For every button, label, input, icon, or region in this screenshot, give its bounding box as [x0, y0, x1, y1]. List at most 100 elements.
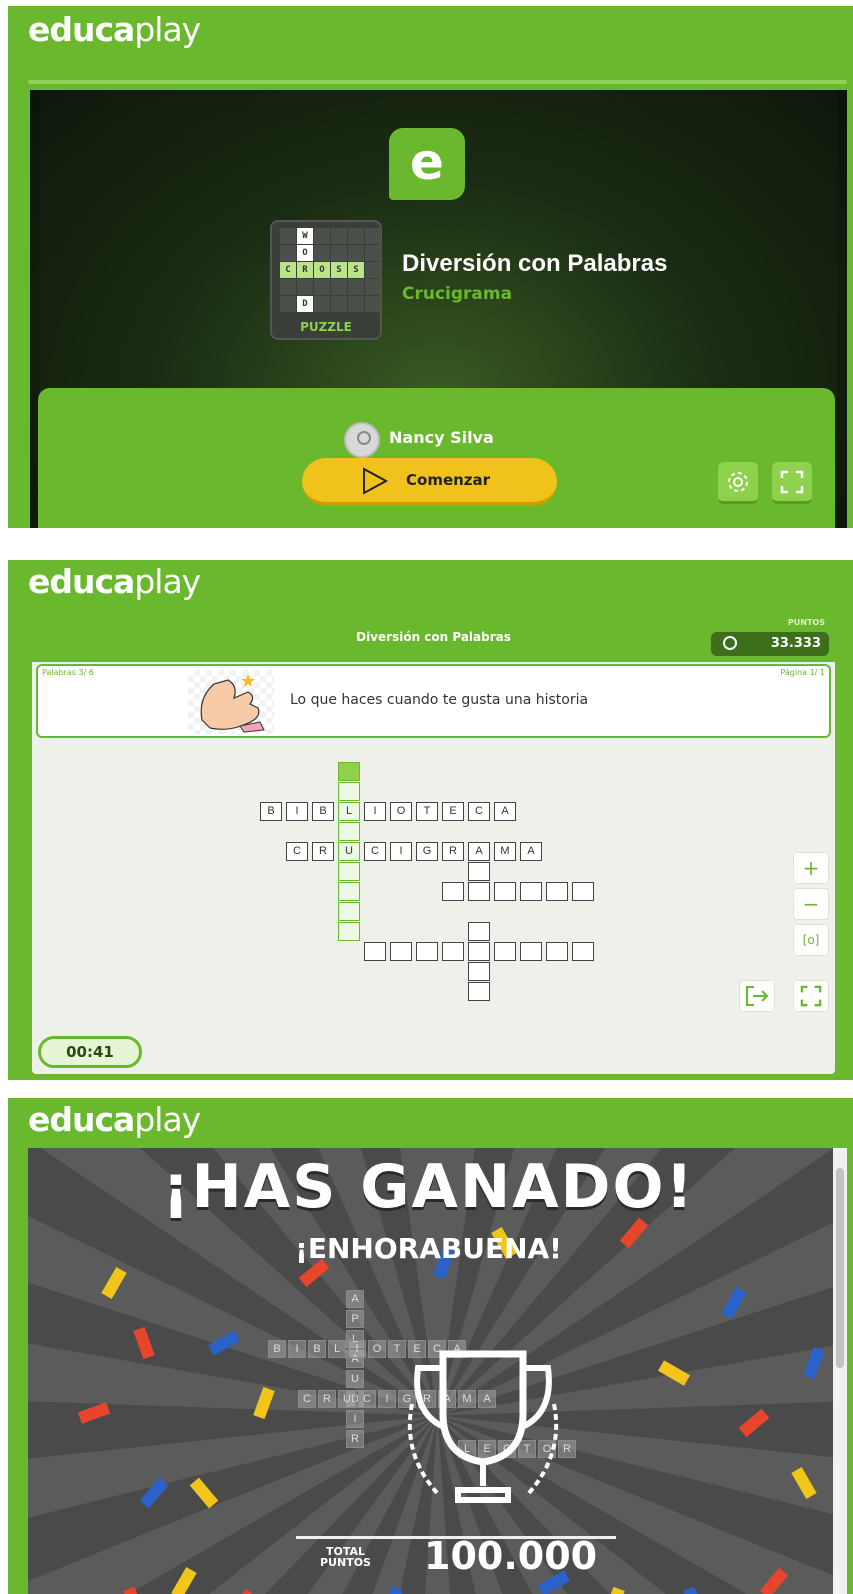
win-overlay: APLAUDIRBIBLIOTECACRUCIGRAMALECTOR ¡HAS … — [28, 1148, 847, 1594]
fit-view-icon: [o] — [802, 933, 820, 947]
background-cell: C — [358, 1390, 376, 1408]
confetti-piece — [139, 1477, 169, 1509]
page-counter: Página 1/ 1 — [780, 668, 825, 677]
trophy-icon — [407, 1350, 559, 1503]
crossword-cell: I — [364, 802, 386, 821]
crossword-cell: M — [494, 842, 516, 861]
play-icon — [363, 467, 389, 495]
puzzle-icon-tile — [280, 228, 296, 244]
crossword-cell — [338, 882, 360, 901]
educaplay-e-logo-icon: e — [389, 128, 465, 200]
fullscreen-button[interactable] — [772, 462, 812, 504]
game-screen-panel: educaplay Diversión con Palabras PUNTOS … — [0, 560, 853, 1080]
points-value: 33.333 — [770, 636, 821, 651]
puzzle-icon-tile — [280, 245, 296, 261]
zoom-in-button[interactable]: + — [793, 852, 829, 884]
crossword-cell — [338, 762, 360, 781]
crossword-cell — [468, 962, 490, 981]
crossword-cell — [468, 942, 490, 961]
background-cell: C — [298, 1390, 316, 1408]
puzzle-icon-tile — [365, 228, 381, 244]
background-cell: L — [328, 1340, 346, 1358]
crossword-cell — [494, 942, 516, 961]
crossword-puzzle-icon: WOCROSSD PUZZLE — [270, 220, 382, 340]
confetti-piece — [189, 1477, 219, 1509]
puzzle-icon-tile — [314, 228, 330, 244]
puzzle-icon-tile — [348, 245, 364, 261]
crossword-cell — [572, 942, 594, 961]
clue-text: Lo que haces cuando te gusta una histori… — [290, 692, 589, 708]
background-cell: U — [346, 1370, 364, 1388]
puzzle-icon-label: PUZZLE — [300, 320, 352, 334]
crossword-cell: A — [468, 842, 490, 861]
crossword-cell — [338, 902, 360, 921]
scrollbar-thumb[interactable] — [836, 1168, 844, 1368]
crossword-cell — [520, 942, 542, 961]
puzzle-icon-letter: O — [297, 245, 313, 261]
start-screen-panel: educaplay e WOCROSSD PUZZLE Diversión co… — [0, 0, 853, 528]
fullscreen-icon — [800, 985, 822, 1007]
crossword-cell — [442, 942, 464, 961]
header-divider — [28, 80, 847, 84]
words-counter: Palabras 3/ 6 — [42, 668, 94, 677]
crossword-cell: B — [312, 802, 334, 821]
confetti-piece — [208, 1330, 240, 1356]
confetti-piece — [759, 1567, 789, 1594]
crossword-cell: C — [468, 802, 490, 821]
exit-button[interactable] — [739, 980, 775, 1012]
crossword-cell — [338, 782, 360, 801]
points-label: PUNTOS — [787, 618, 825, 627]
settings-button[interactable] — [718, 462, 758, 504]
start-button[interactable]: Comenzar — [302, 458, 557, 506]
fullscreen-button[interactable] — [793, 980, 829, 1012]
puzzle-icon-letter: S — [348, 262, 364, 278]
crossword-cell — [494, 882, 516, 901]
win-screen-panel: educaplay APLAUDIRBIBLIOTECACRUCIGRAMALE… — [0, 1098, 853, 1594]
puzzle-icon-letter: W — [297, 228, 313, 244]
game-header-bar: Diversión con Palabras PUNTOS 33.333 — [32, 616, 835, 662]
confetti-piece — [385, 1587, 403, 1594]
win-headline: ¡HAS GANADO! — [162, 1152, 695, 1222]
crossword-game-area: Diversión con Palabras PUNTOS 33.333 Pal… — [32, 616, 835, 1074]
puzzle-icon-tile — [365, 262, 381, 278]
background-cell: I — [346, 1410, 364, 1428]
puzzle-icon-letter: O — [314, 262, 330, 278]
crossword-cell — [338, 922, 360, 941]
background-cell: I — [348, 1340, 366, 1358]
confetti-piece — [658, 1360, 690, 1386]
game-title: Diversión con Palabras — [402, 250, 668, 277]
puzzle-icon-tile — [331, 245, 347, 261]
total-points-value: 100.000 — [424, 1534, 598, 1578]
clapping-hands-clue-image — [188, 670, 274, 734]
puzzle-icon-tile — [331, 296, 347, 312]
confetti-piece — [721, 1287, 747, 1319]
puzzle-icon-tile — [314, 296, 330, 312]
puzzle-icon-tile — [314, 245, 330, 261]
confetti-piece — [803, 1346, 825, 1380]
fit-view-button[interactable]: [o] — [793, 924, 829, 956]
zoom-out-button[interactable]: − — [793, 888, 829, 920]
author-avatar — [344, 422, 380, 458]
puzzle-icon-tile — [348, 296, 364, 312]
author-name[interactable]: Nancy Silva — [389, 428, 494, 447]
exit-icon — [746, 986, 769, 1006]
puzzle-icon-tile — [365, 245, 381, 261]
crossword-cell: A — [494, 802, 516, 821]
crossword-cell — [442, 882, 464, 901]
crossword-cell: B — [260, 802, 282, 821]
background-cell: I — [288, 1340, 306, 1358]
points-badge: 33.333 — [711, 632, 829, 656]
crossword-cell — [338, 862, 360, 881]
puzzle-icon-letter: C — [280, 262, 296, 278]
crossword-cell: L — [338, 802, 360, 821]
game-timer: 00:41 — [38, 1036, 142, 1068]
points-icon — [723, 636, 737, 650]
puzzle-icon-tile — [365, 279, 381, 295]
crossword-cell — [468, 882, 490, 901]
puzzle-icon-tile — [280, 296, 296, 312]
confetti-piece — [101, 1267, 127, 1299]
crossword-cell: U — [338, 842, 360, 861]
scrollbar[interactable] — [833, 1148, 847, 1594]
start-button-label: Comenzar — [406, 471, 491, 489]
crossword-cell — [468, 862, 490, 881]
